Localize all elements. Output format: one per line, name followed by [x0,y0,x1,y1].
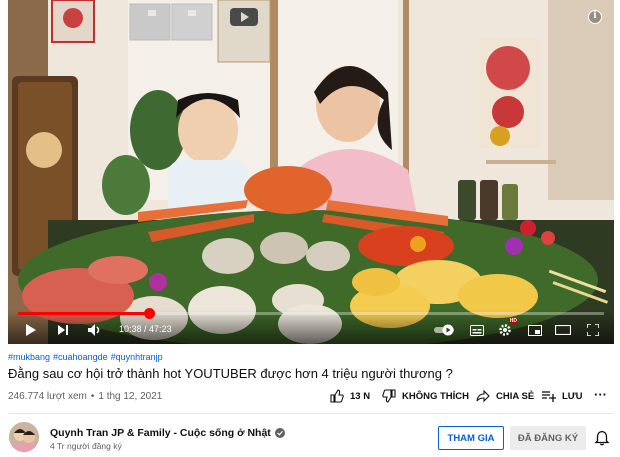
join-button[interactable]: THAM GIA [438,426,504,450]
theater-mode-button[interactable] [554,322,572,338]
share-label: CHIA SẺ [496,390,535,402]
subscriber-count: 4 Tr người đăng ký [50,441,122,451]
miniplayer-button[interactable] [526,322,544,338]
autoplay-toggle[interactable] [432,322,456,338]
progress-fill [18,312,150,315]
hashtag-link[interactable]: #cuahoangde [53,352,108,362]
time-total: 47:23 [149,324,172,334]
share-icon [476,390,490,402]
hashtag-link[interactable]: #mukbang [8,352,50,362]
verified-icon [274,428,285,438]
fullscreen-icon [587,324,599,336]
channel-name[interactable]: Quynh Tran JP & Family - Cuộc sống ở Nhậ… [50,427,271,439]
fullscreen-button[interactable] [584,322,602,338]
time-separator: / [141,324,150,334]
divider [8,413,612,414]
settings-button[interactable]: HD [496,318,518,338]
more-icon: ··· [594,386,607,402]
more-actions-button[interactable]: ··· [594,386,607,402]
save-icon [542,391,556,402]
hd-badge: HD [508,318,518,324]
play-icon [26,324,36,336]
notification-bell-button[interactable] [594,430,610,446]
time-current: 10:38 [119,324,142,334]
like-button[interactable]: 13 N [330,388,370,404]
like-count: 13 N [350,390,371,402]
subscribed-button[interactable]: ĐÃ ĐĂNG KÝ [510,426,586,450]
avatar-image [9,422,39,452]
next-icon [58,325,68,335]
hashtag-list: #mukbang #cuahoangde #quynhtranjp [8,352,166,362]
theater-icon [555,325,571,335]
video-stats: 246.774 lượt xem • 1 thg 12, 2021 [8,391,162,402]
subtitles-icon [470,324,484,336]
like-icon [330,389,344,403]
channel-name-row: Quynh Tran JP & Family - Cuộc sống ở Nhậ… [50,427,285,439]
info-button[interactable]: i [588,10,602,24]
subtitles-button[interactable] [468,322,486,338]
dislike-icon [382,389,396,403]
separator-dot: • [90,391,95,402]
upload-date: 1 thg 12, 2021 [98,391,163,402]
video-player[interactable]: i 10:38 / 47:23 HD [8,0,614,344]
miniplayer-icon [528,324,542,336]
next-button[interactable] [54,322,72,338]
save-label: LƯU [562,390,583,402]
volume-icon [88,324,100,336]
play-button[interactable] [22,322,40,338]
autoplay-toggle-icon [434,324,454,336]
view-count: 246.774 lượt xem [8,391,87,402]
save-button[interactable]: LƯU [542,388,583,404]
volume-button[interactable] [86,322,104,338]
progress-scrubber[interactable] [144,308,156,319]
bell-icon [594,430,610,446]
progress-bar[interactable] [18,308,604,319]
dislike-button[interactable]: KHÔNG THÍCH [382,388,469,404]
hashtag-link[interactable]: #quynhtranjp [111,352,163,362]
share-button[interactable]: CHIA SẺ [476,388,534,404]
video-frame [8,0,614,344]
video-title: Đằng sau cơ hội trở thành hot YOUTUBER đ… [8,366,453,381]
player-controls: 10:38 / 47:23 HD [8,308,614,344]
settings-icon [499,324,511,336]
channel-avatar[interactable] [9,422,39,452]
timecode: 10:38 / 47:23 [119,324,172,334]
dislike-label: KHÔNG THÍCH [402,390,470,402]
